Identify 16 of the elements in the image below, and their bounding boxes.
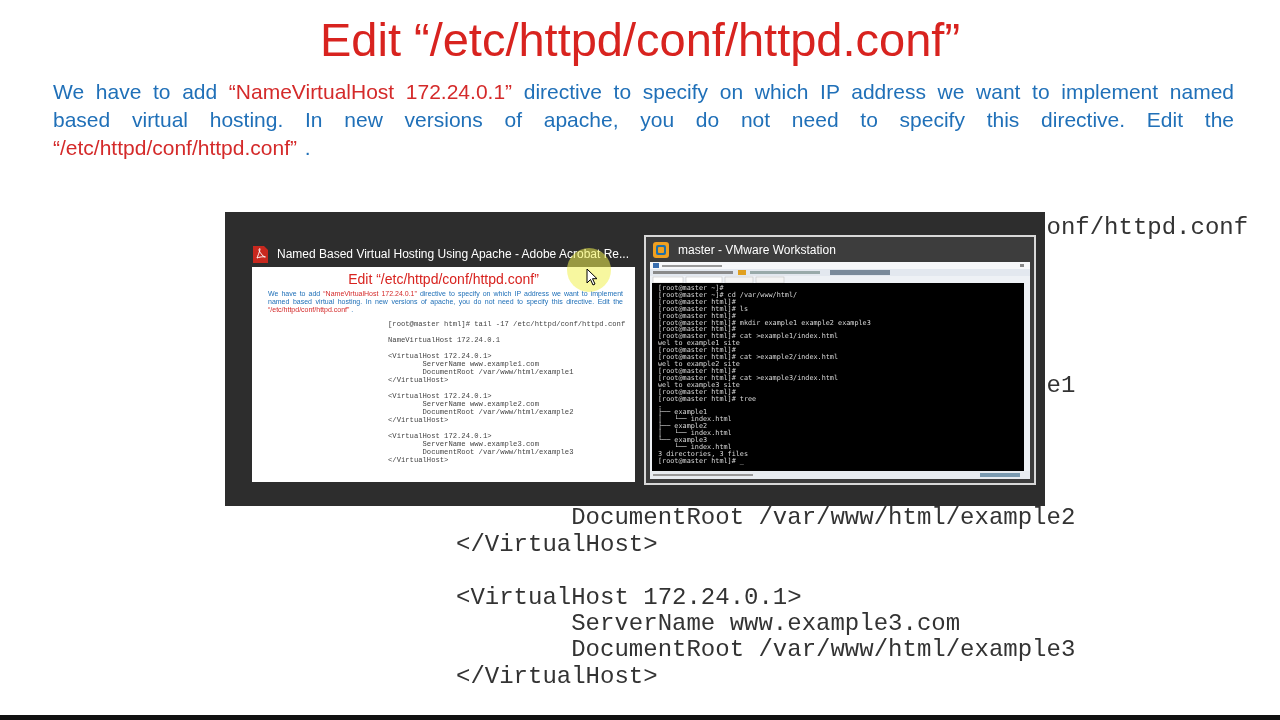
- window-thumbnail[interactable]: [644, 235, 1036, 485]
- code-line: e1: [1046, 373, 1076, 400]
- pdf-icon: [252, 244, 269, 264]
- cursor-icon: [586, 268, 598, 286]
- code-line: </VirtualHost>: [456, 531, 658, 559]
- code-line: </VirtualHost>: [456, 663, 658, 691]
- code-line: ServerName www.example3.com: [571, 610, 961, 638]
- slide-title: Edit “/etc/httpd/conf/httpd.conf”: [348, 270, 539, 288]
- code-line: DocumentRoot /var/www/html/example3: [571, 637, 1076, 664]
- code-line: onf/httpd.conf: [1046, 215, 1249, 242]
- app-icon: [652, 240, 670, 259]
- window-title: master - VMware Workstation: [678, 242, 836, 257]
- slide-paragraph: We have to add “NameVirtualHost 172.24.0.1” directive to specify on which IP address we want to implement named based virtual hosting. In new versions of apache, you do not need to specify this directive. Edit the “/etc/httpd/conf/httpd.conf” .: [53, 79, 1234, 161]
- code-line: <VirtualHost 172.24.0.1>: [456, 584, 802, 611]
- slide-title: Edit “/etc/httpd/conf/httpd.conf”: [318, 12, 962, 68]
- code-line: DocumentRoot /var/www/html/example2: [571, 505, 1076, 532]
